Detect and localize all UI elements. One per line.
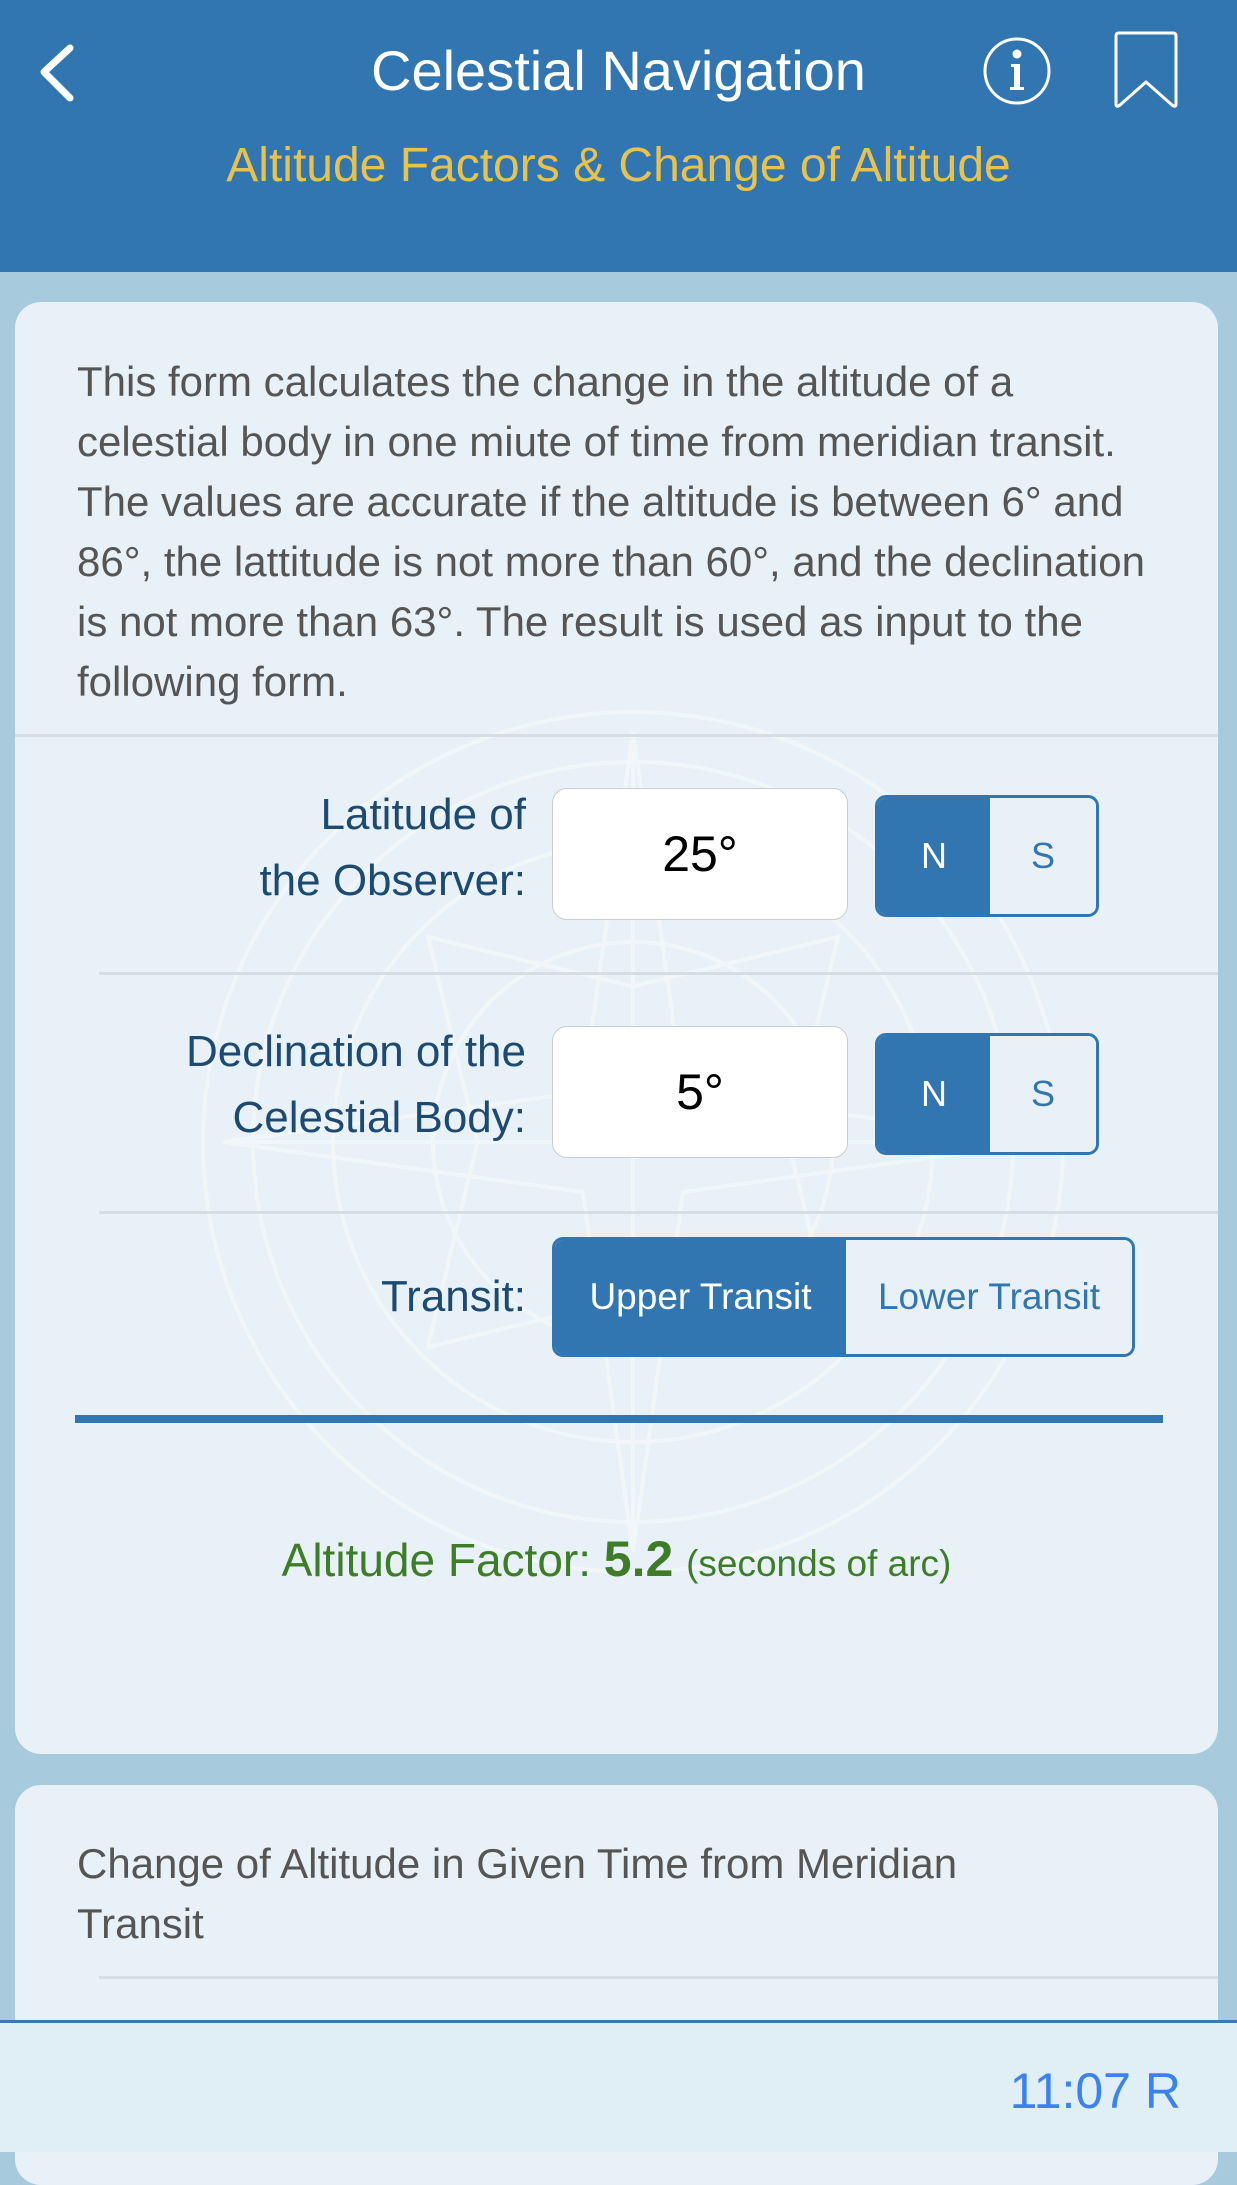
declination-input[interactable]: 5° xyxy=(552,1026,848,1158)
latitude-north-option[interactable]: N xyxy=(878,798,990,914)
divider xyxy=(99,1211,1218,1214)
lower-transit-option[interactable]: Lower Transit xyxy=(846,1240,1132,1354)
declination-label: Declination of the Celestial Body: xyxy=(186,1019,526,1151)
latitude-hemisphere-toggle: N S xyxy=(875,795,1099,917)
declination-south-option[interactable]: S xyxy=(990,1036,1096,1152)
result-unit: (seconds of arc) xyxy=(686,1543,952,1584)
result-label: Altitude Factor: xyxy=(281,1534,591,1586)
declination-label-line1: Declination of the xyxy=(186,1027,526,1076)
result-separator xyxy=(75,1415,1163,1423)
divider xyxy=(15,734,1218,737)
upper-transit-option[interactable]: Upper Transit xyxy=(555,1240,846,1354)
time-readout: 11:07 R xyxy=(1009,2063,1181,2119)
nav-header: Celestial Navigation Altitude Factors & … xyxy=(0,0,1237,272)
form-description: This form calculates the change in the a… xyxy=(77,358,1145,705)
latitude-south-option[interactable]: S xyxy=(990,798,1096,914)
result-value: 5.2 xyxy=(603,1531,674,1587)
next-form-title: Change of Altitude in Given Time from Me… xyxy=(77,1840,958,1947)
latitude-label: Latitude of the Observer: xyxy=(259,782,526,914)
declination-north-option[interactable]: N xyxy=(878,1036,990,1152)
declination-label-line2: Celestial Body: xyxy=(232,1093,526,1142)
page-subtitle: Altitude Factors & Change of Altitude xyxy=(226,139,1011,192)
transit-toggle: Upper Transit Lower Transit xyxy=(552,1237,1135,1357)
bookmark-icon xyxy=(1114,31,1178,108)
divider xyxy=(99,1976,1218,1979)
bookmark-button[interactable] xyxy=(1108,30,1182,112)
latitude-input[interactable]: 25° xyxy=(552,788,848,920)
info-circle-icon xyxy=(983,37,1051,105)
latitude-label-line1: Latitude of xyxy=(320,790,527,839)
info-button[interactable] xyxy=(980,34,1054,108)
transit-label: Transit: xyxy=(380,1272,526,1321)
divider xyxy=(99,972,1218,975)
declination-hemisphere-toggle: N S xyxy=(875,1033,1099,1155)
status-bar: 11:07 R xyxy=(0,2020,1237,2152)
altitude-factor-result: Altitude Factor: 5.2 (seconds of arc) xyxy=(15,1527,1218,1596)
altitude-factor-card: This form calculates the change in the a… xyxy=(15,302,1218,1754)
latitude-label-line2: the Observer: xyxy=(259,856,526,905)
